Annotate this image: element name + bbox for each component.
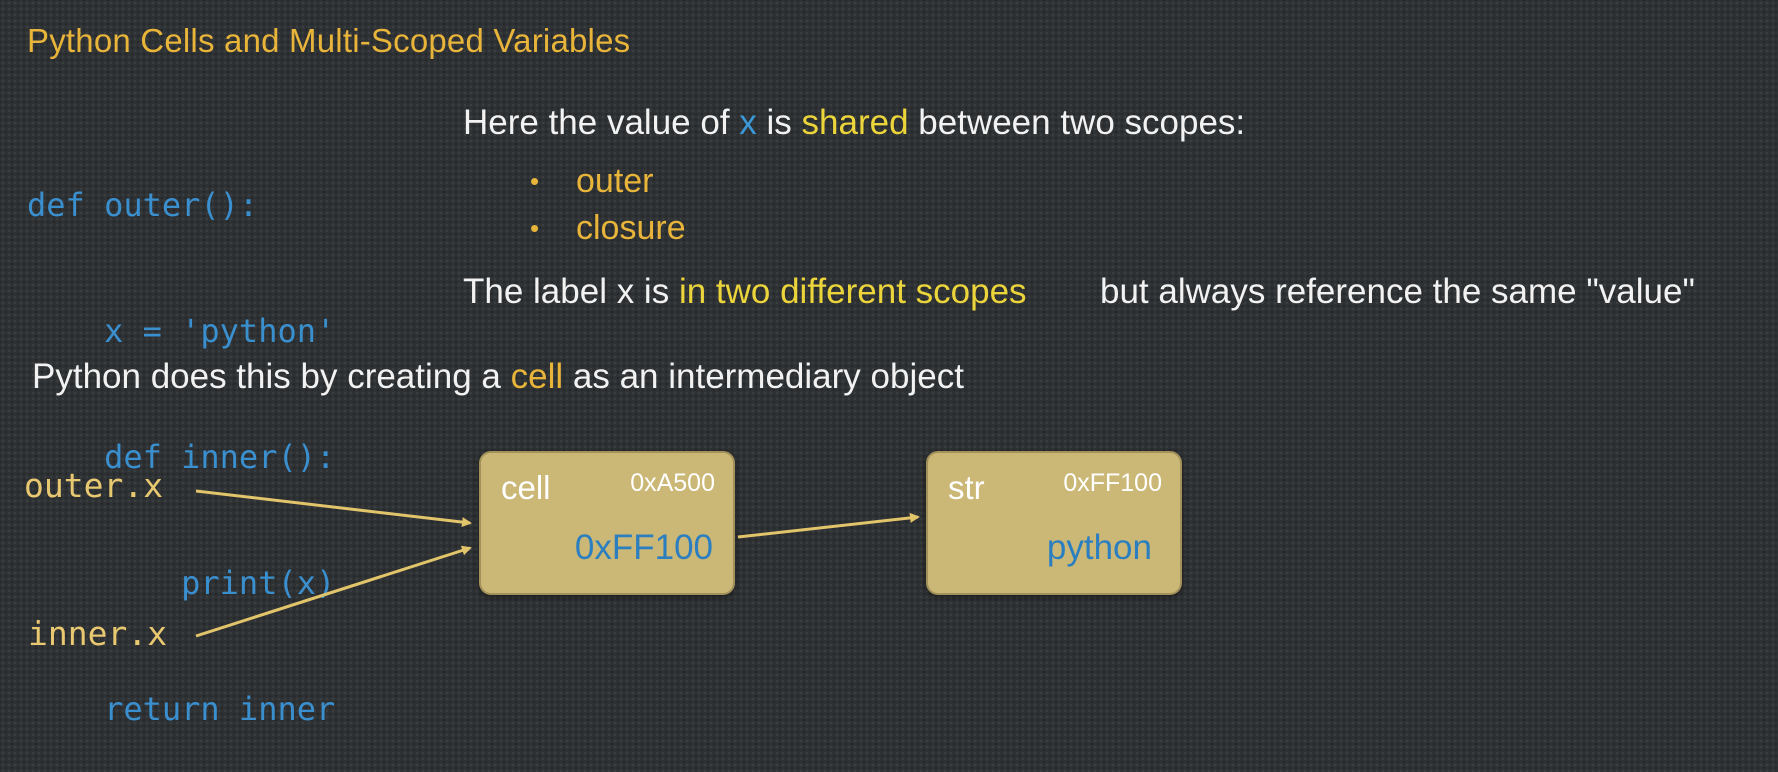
code-line: x = 'python': [27, 312, 336, 350]
arrow-cell-to-str: [737, 512, 920, 539]
bullet-icon: •: [530, 166, 540, 196]
code-line: def outer():: [27, 186, 259, 224]
intro-text: between two scopes:: [908, 103, 1246, 142]
cell-sentence: Python does this by creating a cell as a…: [32, 357, 964, 397]
code-block: def outer(): x = 'python' def inner(): p…: [27, 100, 335, 772]
scope-item: • outer: [530, 158, 686, 205]
scope-item: • closure: [530, 205, 686, 252]
str-address: 0xFF100: [1063, 469, 1162, 497]
cell-value: 0xFF100: [574, 528, 713, 567]
cell-text: Python does this by creating a: [32, 357, 511, 396]
label-sentence-tail: but always reference the same "value": [1100, 272, 1695, 311]
intro-var: x: [739, 103, 757, 142]
intro-text: is: [756, 103, 802, 142]
str-object-box: str 0xFF100 python: [926, 451, 1182, 595]
cell-type-label: cell: [501, 469, 551, 506]
code-line: print(x): [27, 564, 336, 602]
scope-list: • outer • closure: [530, 158, 686, 252]
label-sentence: The label x is in two different scopes: [463, 272, 1027, 312]
cell-address: 0xA500: [630, 469, 715, 497]
cell-object-box: cell 0xA500 0xFF100: [479, 451, 735, 595]
label-highlight: in two different scopes: [678, 272, 1027, 311]
scope-label: outer: [576, 162, 654, 200]
slide-title: Python Cells and Multi-Scoped Variables: [27, 22, 631, 59]
code-line: return inner: [27, 690, 336, 728]
bullet-icon: •: [530, 213, 540, 243]
str-type-label: str: [948, 469, 985, 506]
str-value: python: [1046, 528, 1152, 567]
label-outer-x: outer.x: [24, 466, 164, 505]
cell-highlight: cell: [510, 357, 564, 396]
intro-sentence: Here the value of x is shared between tw…: [463, 103, 1245, 143]
intro-text: Here the value of: [463, 103, 740, 142]
intro-shared: shared: [801, 103, 909, 142]
label-inner-x: inner.x: [28, 614, 168, 653]
label-text: The label x is: [463, 272, 679, 311]
cell-text: as an intermediary object: [563, 357, 964, 396]
scope-label: closure: [576, 209, 686, 247]
